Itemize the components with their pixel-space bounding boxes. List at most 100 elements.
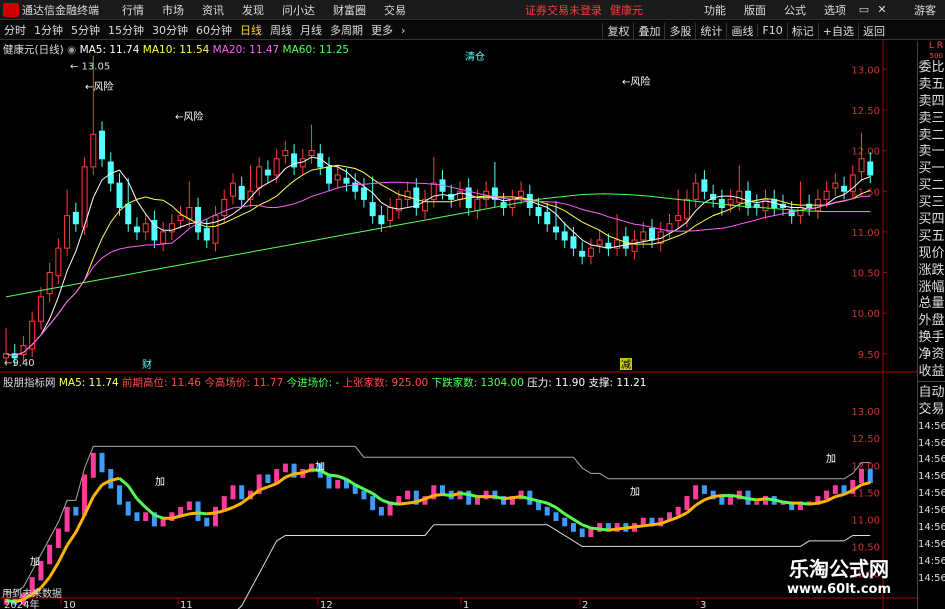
side-item[interactable]: 买三 (918, 195, 945, 212)
menu-quotes[interactable]: 行情 (113, 2, 153, 18)
restore-rights-button[interactable]: 复权 (602, 22, 633, 39)
multi-stock-button[interactable]: 多股 (664, 22, 695, 39)
sub-ytick-label: 11.00 (851, 515, 880, 526)
statistics-button[interactable]: 统计 (695, 22, 726, 39)
side-item[interactable]: 买四 (918, 212, 945, 229)
side-item-2[interactable]: 14:56 (918, 520, 945, 537)
side-item-2[interactable]: 14:56 (918, 554, 945, 571)
side-item[interactable]: 卖二 (918, 128, 945, 145)
back-button[interactable]: 返回 (858, 22, 889, 39)
ytick-label: 13.00 (851, 65, 880, 76)
add-watchlist-button[interactable]: +自选 (817, 22, 858, 39)
login-notice[interactable]: 证券交易未登录 (525, 2, 602, 18)
menu-function[interactable]: 功能 (695, 2, 735, 18)
side-item[interactable]: 总量 (918, 296, 945, 313)
side-item[interactable]: 买五 (918, 229, 945, 246)
side-item[interactable]: 卖五 (918, 77, 945, 94)
side-item-2[interactable]: 14:56 (918, 537, 945, 554)
panel-badge[interactable]: L R (918, 41, 945, 52)
f10-button[interactable]: F10 (757, 24, 786, 37)
side-item-2[interactable]: 14:56 (918, 436, 945, 453)
app-title: 通达信金融终端 (22, 3, 99, 17)
candle-body (841, 185, 848, 192)
reduce-marker: 减 (621, 359, 631, 371)
sub-ma-line (634, 524, 644, 529)
menu-layout[interactable]: 版面 (735, 2, 775, 18)
kline-chart[interactable]: 13.0012.5012.0011.5011.0010.5010.009.501… (0, 40, 917, 609)
side-item[interactable]: 外盘 (918, 313, 945, 330)
side-item-2[interactable]: 14:56 (918, 452, 945, 469)
side-item-2[interactable]: 交易 (918, 402, 945, 419)
sub-bar (684, 496, 690, 511)
menu-ask[interactable]: 问小达 (273, 2, 324, 18)
minimize-icon[interactable]: ▭ (855, 3, 873, 16)
sub-ma-line (398, 501, 408, 506)
sub-ytick-label: 12.50 (851, 434, 880, 445)
sub-bar (859, 469, 865, 484)
period-15min[interactable]: 15分钟 (104, 22, 148, 38)
side-item[interactable]: 委比 (918, 60, 945, 77)
period-monthly[interactable]: 月线 (296, 22, 326, 38)
sub-bar (221, 496, 227, 511)
menu-market[interactable]: 市场 (153, 2, 193, 18)
side-item[interactable]: 净资 (918, 347, 945, 364)
draw-line-button[interactable]: 画线 (726, 22, 757, 39)
menu-wealth[interactable]: 财富圈 (324, 2, 375, 18)
sub-bar (675, 506, 681, 516)
sub-ma-line (703, 495, 714, 502)
menu-news[interactable]: 资讯 (193, 2, 233, 18)
period-daily[interactable]: 日线 (236, 22, 266, 38)
sub-annotation: 加 (630, 486, 640, 498)
sub-ma-line (773, 498, 784, 504)
side-item[interactable]: 卖三 (918, 111, 945, 128)
candle-body (334, 174, 341, 181)
side-item[interactable]: 卖四 (918, 94, 945, 111)
side-item[interactable]: 换手 (918, 330, 945, 347)
side-item-2[interactable]: 14:56 (918, 419, 945, 436)
side-item-2[interactable]: 14:56 (918, 469, 945, 486)
sub-bar (378, 506, 384, 516)
candle-body (212, 215, 219, 244)
xtick-label: 3 (700, 600, 706, 609)
period-more[interactable]: 更多 (367, 22, 397, 38)
menu-trade[interactable]: 交易 (375, 2, 415, 18)
candle-body (177, 215, 184, 221)
side-item[interactable]: 买一 (918, 161, 945, 178)
ytick-label: 10.00 (851, 309, 880, 320)
period-1min[interactable]: 1分钟 (30, 22, 67, 38)
close-icon[interactable]: ✕ (873, 3, 891, 16)
overlay-button[interactable]: 叠加 (633, 22, 664, 39)
xtick-label: 1 (463, 600, 469, 609)
sub-bar (588, 528, 594, 538)
menu-formula[interactable]: 公式 (775, 2, 815, 18)
candle-body (125, 203, 132, 225)
side-item[interactable]: 涨幅 (918, 280, 945, 297)
side-item[interactable]: 买二 (918, 178, 945, 195)
chevron-right-icon[interactable]: › (397, 24, 409, 37)
candle-body (142, 223, 149, 233)
side-item[interactable]: 收益 (918, 364, 945, 381)
sub-bar (265, 474, 271, 484)
side-item-2[interactable]: 自动 (918, 385, 945, 402)
period-30min[interactable]: 30分钟 (148, 22, 192, 38)
candle-body (229, 182, 236, 197)
sub-annotation: ←风险 (622, 75, 650, 88)
side-item[interactable]: 现价 (918, 246, 945, 263)
menu-discover[interactable]: 发现 (233, 2, 273, 18)
side-item[interactable]: 卖一 (918, 144, 945, 161)
period-60min[interactable]: 60分钟 (192, 22, 236, 38)
period-weekly[interactable]: 周线 (266, 22, 296, 38)
mark-button[interactable]: 标记 (786, 22, 818, 39)
side-item-2[interactable]: 14:56 (918, 571, 945, 588)
period-multi[interactable]: 多周期 (326, 22, 367, 38)
period-timeshare[interactable]: 分时 (0, 22, 30, 38)
side-item[interactable]: 涨跌 (918, 263, 945, 280)
user-label[interactable]: 游客 (905, 2, 945, 18)
sub-ma-line (337, 474, 347, 481)
sub-ma-line (468, 493, 478, 499)
candle-body (474, 198, 481, 212)
period-5min[interactable]: 5分钟 (67, 22, 104, 38)
side-item-2[interactable]: 14:56 (918, 486, 945, 503)
menu-options[interactable]: 选项 (815, 2, 855, 18)
side-item-2[interactable]: 14:56 (918, 503, 945, 520)
